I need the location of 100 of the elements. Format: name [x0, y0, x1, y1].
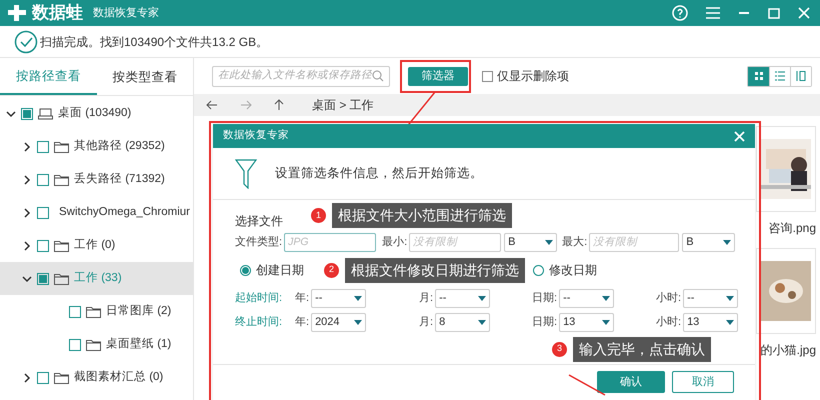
dropdown[interactable]: 13 [683, 312, 738, 332]
field-label: 日期: [532, 314, 558, 330]
tree-item[interactable]: 其他路径 (29352) [0, 130, 193, 163]
grid-icon [754, 71, 764, 81]
file-card[interactable] [756, 126, 816, 212]
callout-tooltip: 根据文件修改日期进行筛选 [345, 258, 525, 282]
checkbox[interactable] [69, 338, 81, 350]
file-name: 咨询.png [768, 220, 816, 237]
field-label: 月: [419, 314, 434, 330]
chevron-right-icon[interactable] [22, 174, 32, 184]
caret-icon [354, 320, 362, 324]
checkbox-label: 仅显示删除项 [497, 68, 569, 85]
radio-button[interactable] [240, 264, 251, 276]
dropdown[interactable]: -- [559, 288, 614, 308]
filter-icon [235, 158, 257, 188]
view-tab[interactable]: 按类型查看 [96, 60, 193, 95]
file-type-field[interactable]: JPG [284, 232, 376, 252]
dropdown[interactable]: B [504, 232, 558, 252]
dropdown[interactable]: -- [683, 288, 738, 308]
tree-item[interactable]: SwitchyOmega_Chromiur [0, 196, 193, 229]
field-label: 年: [295, 314, 310, 330]
chevron-right-icon[interactable] [22, 240, 32, 250]
maximize-icon[interactable] [768, 8, 780, 18]
folder-icon [54, 372, 69, 384]
tree-item-label: 丢失路径 (71392) [74, 172, 165, 187]
up-arrow-icon[interactable] [274, 99, 284, 111]
tree-item[interactable]: 丢失路径 (71392) [0, 163, 193, 196]
tree-item-label: 工作 (33) [74, 270, 122, 286]
cancel-button[interactable]: 取消 [672, 371, 734, 393]
field-label: 最小: [382, 234, 408, 250]
tree-item-label: 工作 (0) [74, 238, 116, 253]
chevron-down-icon[interactable] [22, 274, 32, 284]
chevron-right-icon[interactable] [22, 142, 32, 152]
caret-icon [726, 296, 734, 300]
checkbox[interactable] [482, 70, 493, 82]
field-label: 月: [419, 290, 434, 306]
step-number: 2 [324, 262, 339, 278]
minimize-icon[interactable] [738, 11, 750, 15]
caret-icon [478, 296, 486, 300]
dropdown[interactable]: 13 [559, 312, 614, 332]
tree-item[interactable]: 截图素材汇总 (0) [0, 361, 193, 394]
grid-view-button[interactable] [748, 66, 769, 86]
checkbox[interactable] [37, 174, 49, 186]
dropdown[interactable]: -- [435, 288, 490, 308]
checkbox[interactable] [21, 108, 33, 120]
tree-item-label: 桌面 (103490) [58, 106, 132, 121]
chevron-down-icon[interactable] [6, 108, 16, 118]
columns-view-button[interactable] [790, 66, 811, 86]
field-label: 小时: [656, 290, 682, 306]
step-number: 3 [552, 342, 567, 356]
scan-status: 扫描完成。找到103490个文件共13.2 GB。 [40, 34, 268, 50]
checkbox[interactable] [37, 272, 49, 284]
range-label: 起始时间: [235, 290, 282, 306]
dropdown[interactable]: -- [311, 288, 366, 308]
tree-item[interactable]: 工作 (0) [0, 229, 193, 262]
dropdown[interactable]: 8 [435, 312, 490, 332]
columns-icon [796, 71, 806, 81]
search-icon [372, 70, 384, 82]
tree-item[interactable]: 桌面 (103490) [0, 97, 193, 130]
max-size-field[interactable]: 没有限制 [589, 232, 680, 252]
dropdown[interactable]: 2024 [311, 312, 366, 332]
folder-icon [86, 306, 101, 318]
drive-icon [38, 108, 53, 120]
close-icon[interactable] [734, 130, 745, 142]
view-tab[interactable]: 按路径查看 [0, 60, 96, 95]
caret-icon [478, 320, 486, 324]
tree-item-label: 其他路径 (29352) [74, 138, 165, 154]
check-circle-icon [14, 30, 38, 54]
list-icon [775, 71, 785, 81]
tree-item[interactable]: 桌面壁纸 (1) [0, 328, 193, 361]
min-size-field[interactable]: 没有限制 [409, 232, 502, 252]
radio-label: 修改日期 [549, 262, 597, 279]
tree-item[interactable]: 日常图库 (2) [0, 295, 193, 328]
folder-icon [86, 338, 101, 350]
close-icon[interactable] [798, 7, 810, 19]
radio-button[interactable] [533, 264, 544, 276]
dialog-title: 数据恢复专家 [223, 128, 289, 144]
field-label: 文件类型: [235, 234, 282, 250]
field-label: 小时: [656, 314, 682, 330]
menu-icon[interactable] [706, 7, 720, 19]
section-label: 选择文件 [235, 213, 283, 230]
tree-item-label: 桌面壁纸 (1) [106, 336, 172, 352]
help-icon[interactable] [672, 5, 688, 21]
folder-icon [54, 140, 69, 152]
caret-icon [602, 320, 610, 324]
confirm-button[interactable]: 确认 [597, 371, 665, 393]
filter-button[interactable]: 筛选器 [408, 66, 468, 86]
chevron-right-icon[interactable] [22, 372, 32, 382]
file-name: 的小猫.jpg [760, 342, 816, 359]
checkbox[interactable] [69, 306, 81, 318]
dropdown[interactable]: B [682, 232, 736, 252]
caret-icon [723, 240, 732, 244]
chevron-right-icon[interactable] [22, 208, 32, 218]
checkbox[interactable] [37, 372, 49, 384]
checkbox[interactable] [37, 240, 49, 252]
back-arrow-icon[interactable] [206, 100, 218, 110]
folder-icon [54, 174, 69, 186]
forward-arrow-icon[interactable] [240, 100, 252, 110]
checkbox[interactable] [37, 140, 49, 152]
checkbox[interactable] [37, 206, 49, 218]
